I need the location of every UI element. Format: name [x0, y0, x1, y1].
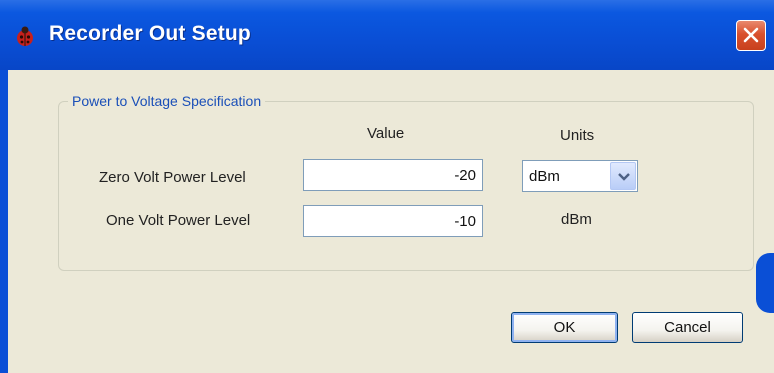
one-volt-value-input[interactable] — [303, 205, 483, 237]
ok-button[interactable]: OK — [511, 312, 618, 343]
dialog-client-area: Power to Voltage Specification Value Uni… — [8, 70, 774, 373]
groupbox-legend: Power to Voltage Specification — [68, 93, 266, 109]
title-bar[interactable]: Recorder Out Setup — [0, 0, 774, 70]
one-volt-label: One Volt Power Level — [106, 212, 251, 229]
background-window-fragment — [756, 253, 774, 313]
window-frame-left — [0, 70, 8, 373]
zero-volt-value-input[interactable] — [303, 159, 483, 191]
one-volt-units-label: dBm — [561, 211, 592, 228]
close-button[interactable] — [736, 20, 766, 51]
window-title: Recorder Out Setup — [49, 22, 251, 45]
close-icon — [743, 27, 759, 43]
zero-volt-units-select[interactable]: dBm — [522, 160, 638, 192]
units-dropdown-button[interactable] — [610, 162, 636, 190]
cancel-button[interactable]: Cancel — [632, 312, 743, 343]
value-column-header: Value — [367, 125, 405, 142]
zero-volt-label: Zero Volt Power Level — [99, 169, 246, 186]
chevron-down-icon — [618, 173, 630, 181]
recorder-out-setup-dialog: Recorder Out Setup Power to Voltage Spec… — [0, 0, 774, 373]
ladybug-icon — [14, 25, 36, 47]
units-selected-value: dBm — [529, 168, 560, 185]
units-column-header: Units — [560, 127, 595, 144]
